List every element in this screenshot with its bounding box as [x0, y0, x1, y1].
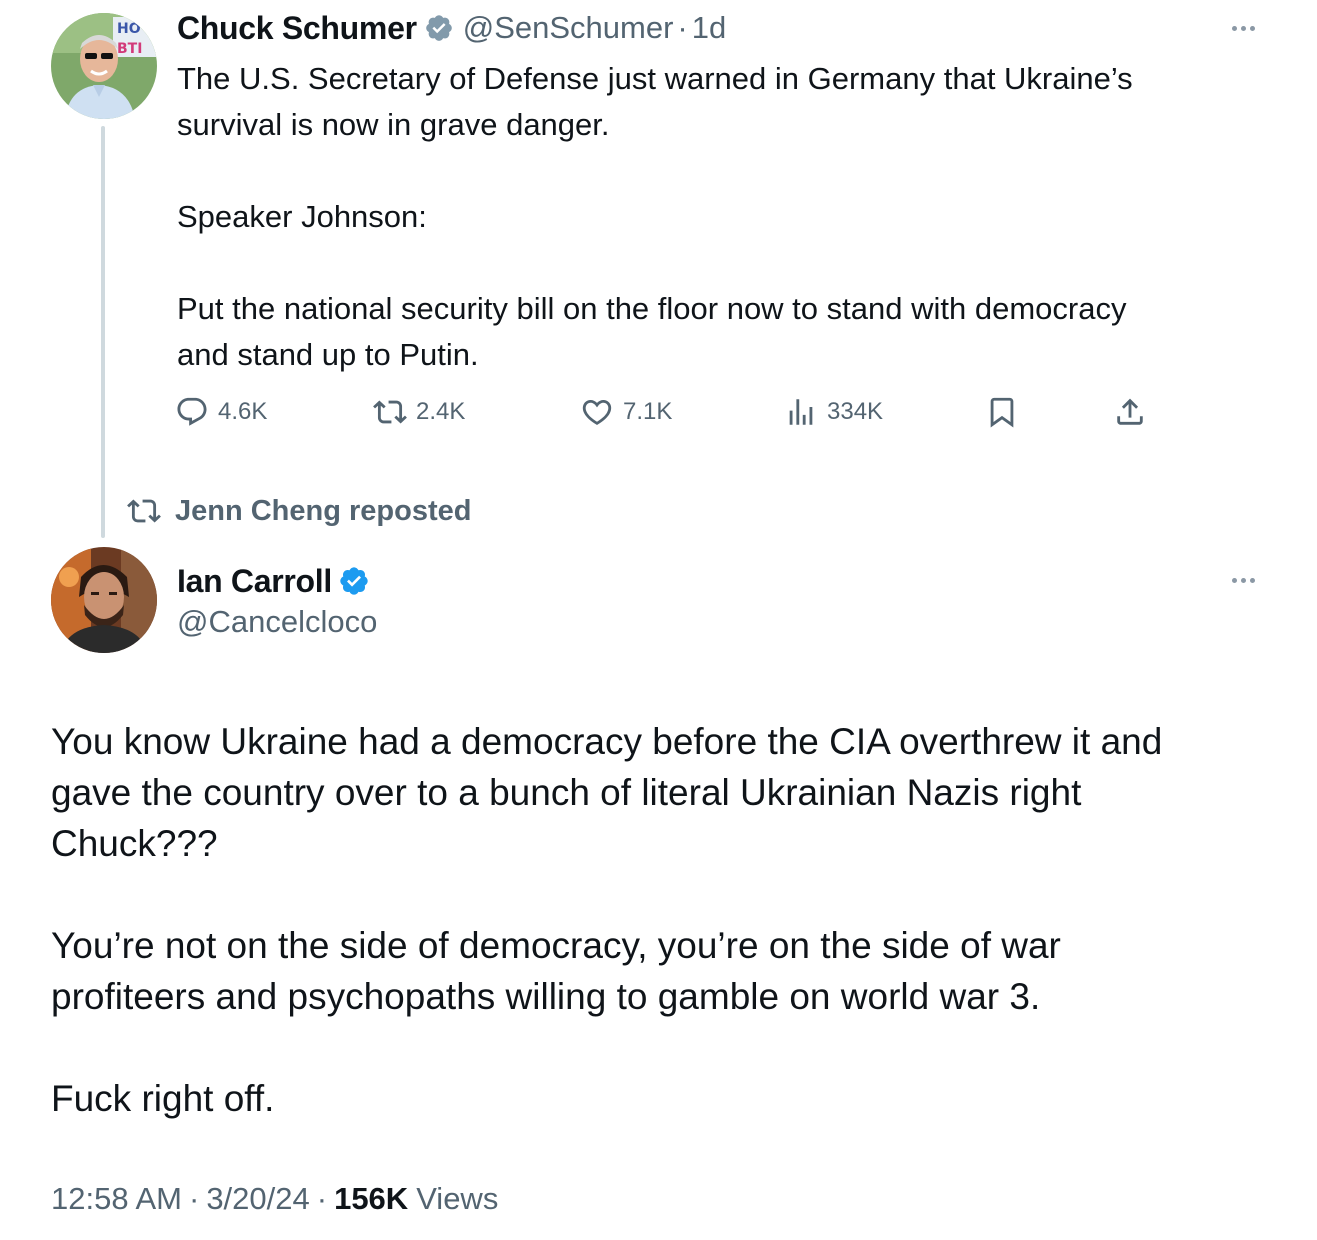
separator-dot: ·: [677, 10, 688, 45]
views-label: Views: [416, 1181, 499, 1216]
bookmark-button[interactable]: [985, 395, 1019, 429]
views-chart-icon: [789, 399, 813, 425]
avatar-ian-carroll[interactable]: [51, 547, 157, 653]
reply-button[interactable]: 4.6K: [175, 395, 267, 429]
avatar-image: [51, 547, 157, 653]
tweet-time[interactable]: 1d: [692, 10, 726, 46]
bookmark-icon: [990, 397, 1014, 428]
post-time[interactable]: 12:58 AM: [51, 1181, 182, 1217]
author-handle[interactable]: @Cancelcloco: [177, 604, 377, 640]
repost-icon: [127, 499, 161, 523]
repost-icon: [373, 400, 407, 424]
more-dot: [1241, 26, 1246, 31]
views-count: 156K: [334, 1181, 409, 1216]
avatar-chuck-schumer[interactable]: HO BTI: [51, 13, 157, 119]
tweet1-action-bar: 4.6K 2.4K 7.1K 334K: [0, 395, 1317, 433]
repost-count: 2.4K: [416, 398, 466, 425]
svg-text:BTI: BTI: [117, 41, 142, 57]
verified-blue-badge-icon: [338, 565, 370, 597]
share-icon: [1117, 398, 1143, 425]
author-name[interactable]: Ian Carroll: [177, 563, 332, 600]
more-dot: [1250, 578, 1255, 583]
more-dot: [1232, 26, 1237, 31]
like-button[interactable]: 7.1K: [580, 395, 672, 429]
more-options-icon[interactable]: [1232, 26, 1255, 31]
reply-icon: [177, 397, 207, 426]
share-button[interactable]: [1113, 395, 1147, 429]
tweet1-body-text: The U.S. Secretary of Defense just warne…: [177, 61, 1133, 372]
post-date[interactable]: 3/20/24: [206, 1181, 309, 1217]
svg-text:HO: HO: [117, 21, 141, 37]
separator-dot: ·: [188, 1181, 200, 1216]
like-count: 7.1K: [623, 398, 673, 425]
separator-dot: ·: [316, 1181, 328, 1216]
tweet2-header: Ian Carroll @Cancelcloco: [177, 560, 377, 640]
more-options-icon[interactable]: [1232, 578, 1255, 583]
tweet1-header: Chuck Schumer @SenSchumer · 1d: [177, 6, 726, 50]
repost-button[interactable]: 2.4K: [373, 395, 465, 429]
repost-indicator[interactable]: Jenn Cheng reposted: [127, 492, 472, 530]
repost-label: Jenn Cheng reposted: [175, 494, 472, 527]
author-handle[interactable]: @SenSchumer: [463, 10, 674, 46]
more-dot: [1241, 578, 1246, 583]
reply-count: 4.6K: [218, 398, 268, 425]
more-dot: [1232, 578, 1237, 583]
views-button[interactable]: 334K: [784, 395, 883, 429]
more-dot: [1250, 26, 1255, 31]
tweet2-body-text: You know Ukraine had a democracy before …: [51, 721, 1163, 1119]
views-count: 334K: [827, 398, 884, 425]
thread-connector-line: [101, 126, 105, 538]
avatar-image: HO BTI: [51, 13, 157, 119]
heart-icon: [582, 399, 612, 425]
tweet2-footer: 12:58 AM · 3/20/24 · 156K Views: [51, 1178, 498, 1220]
verified-government-badge-icon: [424, 13, 454, 43]
author-name[interactable]: Chuck Schumer: [177, 10, 417, 47]
